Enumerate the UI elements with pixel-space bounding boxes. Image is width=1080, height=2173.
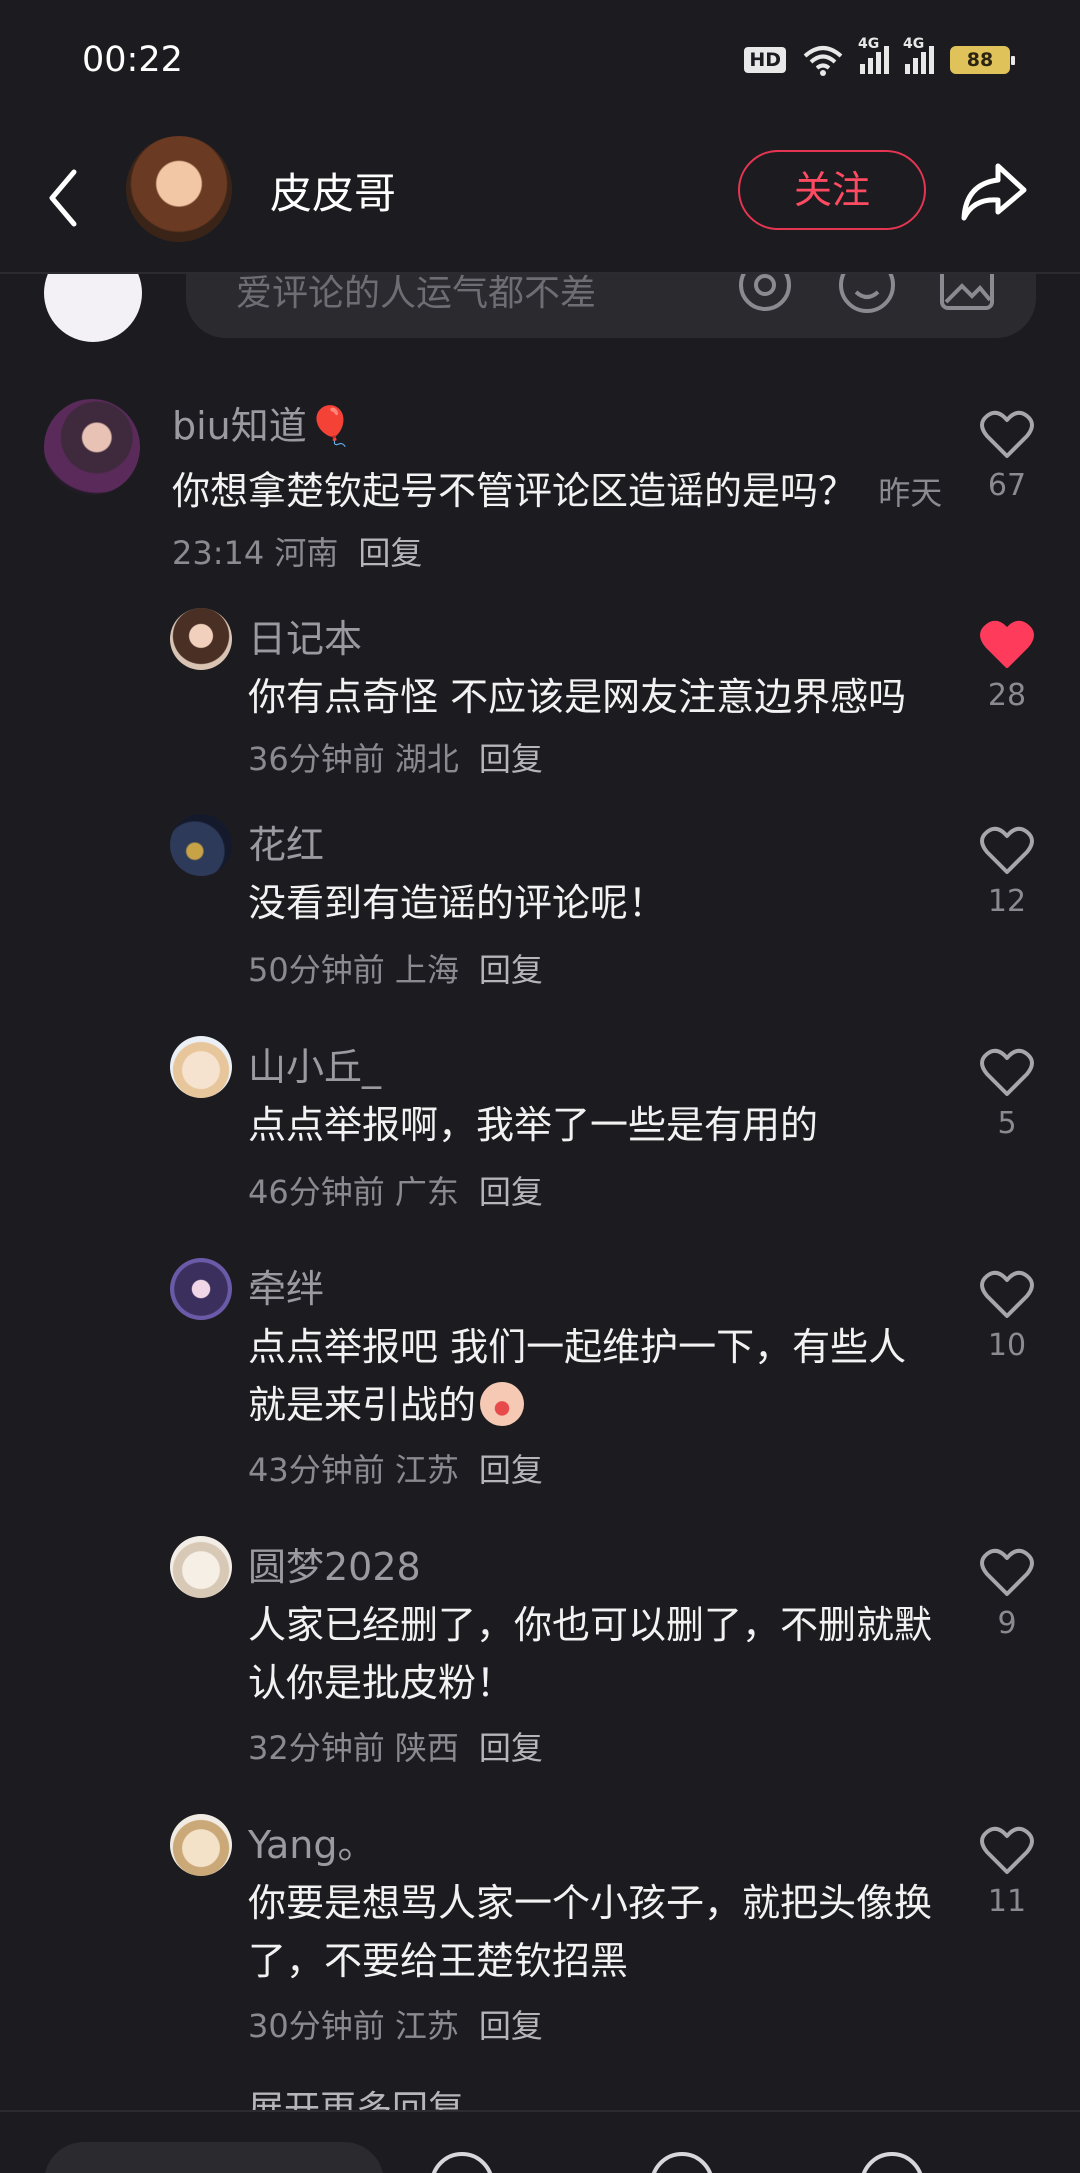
like-bar-icon[interactable] (430, 2152, 494, 2173)
avatar[interactable] (170, 814, 232, 876)
comment-author[interactable]: biu知道🎈 (172, 395, 354, 450)
comment-composer: 爱评论的人运气都不差 (0, 274, 1080, 344)
bottom-bar (0, 2110, 1080, 2173)
reply-button[interactable]: 回复 (358, 534, 422, 572)
battery-icon: 88 (950, 46, 1015, 74)
reply-button[interactable]: 回复 (479, 740, 543, 778)
reply-author[interactable]: Yang。 (248, 1814, 375, 1869)
heart-icon (980, 1270, 1034, 1318)
at-icon[interactable] (734, 274, 796, 316)
like-button[interactable]: 12 (974, 826, 1040, 919)
comment-placeholder: 爱评论的人运气都不差 (236, 274, 597, 314)
avatar[interactable] (170, 1036, 232, 1098)
like-count: 67 (987, 468, 1027, 503)
reply-author[interactable]: 山小丘_ (248, 1036, 381, 1091)
image-icon[interactable] (936, 274, 998, 316)
like-button[interactable]: 11 (974, 1826, 1040, 1919)
signal-icon: 4G (858, 36, 889, 74)
heart-icon (980, 1548, 1034, 1596)
reply-meta: 36分钟前 湖北 回复 (248, 740, 543, 778)
reply-body[interactable]: 你要是想骂人家一个小孩子，就把头像换了，不要给王楚钦招黑 (248, 1874, 938, 1990)
heart-icon (980, 826, 1034, 874)
reply-body[interactable]: 人家已经删了，你也可以删了，不删就默认你是批皮粉！ (248, 1596, 938, 1712)
like-count: 28 (987, 678, 1027, 713)
reply-body: 点点举报吧 我们一起维护一下，有些人就是来引战的 (248, 1325, 907, 1427)
reply-body[interactable]: 没看到有造谣的评论呢！ (248, 874, 938, 932)
like-count: 5 (997, 1106, 1017, 1141)
reply-meta: 46分钟前 广东 回复 (248, 1173, 543, 1211)
avatar[interactable] (170, 1814, 232, 1876)
reply-meta: 50分钟前 上海 回复 (248, 951, 543, 989)
avatar[interactable] (170, 1258, 232, 1320)
emoji-icon[interactable] (836, 274, 898, 316)
heart-icon (980, 620, 1034, 668)
reply-meta: 43分钟前 江苏 回复 (248, 1451, 543, 1489)
reply-author[interactable]: 日记本 (248, 608, 362, 663)
comment-body: 你想拿楚钦起号不管评论区造谣的是吗？ (172, 469, 857, 513)
reply-button[interactable]: 回复 (479, 1729, 543, 1767)
header: 皮皮哥 关注 (0, 130, 1080, 272)
reply-meta: 32分钟前 陕西 回复 (248, 1729, 543, 1767)
like-button[interactable]: 5 (974, 1048, 1040, 1141)
avatar[interactable] (170, 1536, 232, 1598)
reply-author[interactable]: 牵绊 (248, 1258, 324, 1313)
like-button[interactable]: 9 (974, 1548, 1040, 1641)
reply-author[interactable]: 花红 (248, 814, 324, 869)
reply-text[interactable]: 你有点奇怪 不应该是网友注意边界感吗 36分钟前 湖北 回复 (248, 668, 938, 788)
heart-icon (980, 410, 1034, 458)
avatar[interactable] (44, 399, 140, 495)
comment-input[interactable]: 爱评论的人运气都不差 (186, 274, 1036, 338)
reply-body[interactable]: 点点举报啊，我举了一些是有用的 (248, 1096, 938, 1154)
favorite-bar-icon[interactable] (650, 2152, 714, 2173)
follow-button[interactable]: 关注 (738, 150, 926, 230)
heart-icon (980, 1826, 1034, 1874)
like-button[interactable]: 10 (974, 1270, 1040, 1363)
emoji-crying-icon (480, 1382, 525, 1426)
like-button[interactable]: 67 (974, 410, 1040, 503)
reply-text[interactable]: 点点举报吧 我们一起维护一下，有些人就是来引战的 (248, 1318, 938, 1434)
back-icon[interactable] (40, 158, 90, 238)
reply-button[interactable]: 回复 (479, 951, 543, 989)
reply-body: 你有点奇怪 不应该是网友注意边界感吗 (248, 675, 907, 719)
status-icons: HD 4G 4G 88 (744, 36, 1015, 76)
reply-meta: 30分钟前 江苏 回复 (248, 2007, 543, 2045)
status-bar: 00:22 HD 4G 4G 88 (0, 0, 1080, 120)
bottom-comment-input[interactable] (44, 2142, 384, 2173)
comment-bar-icon[interactable] (860, 2152, 924, 2173)
status-time: 00:22 (82, 40, 183, 80)
page-title[interactable]: 皮皮哥 (270, 160, 396, 221)
reply-author[interactable]: 圆梦2028 (248, 1536, 421, 1591)
wifi-icon (803, 46, 843, 76)
share-icon[interactable] (958, 160, 1028, 222)
heart-icon (980, 1048, 1034, 1096)
reply-button[interactable]: 回复 (479, 1451, 543, 1489)
like-count: 9 (997, 1606, 1017, 1641)
reply-button[interactable]: 回复 (479, 2007, 543, 2045)
hd-icon: HD (744, 47, 786, 73)
avatar[interactable] (126, 136, 232, 242)
like-button[interactable]: 28 (974, 620, 1040, 713)
like-count: 12 (987, 884, 1027, 919)
signal-icon-2: 4G (903, 36, 934, 74)
reply-button[interactable]: 回复 (479, 1173, 543, 1211)
my-avatar (44, 274, 142, 342)
avatar[interactable] (170, 608, 232, 670)
expand-more-replies[interactable]: 展开更多回复 (248, 2080, 464, 2110)
comment-text[interactable]: 你想拿楚钦起号不管评论区造谣的是吗？ 昨天 23:14 河南 回复 (172, 462, 952, 582)
like-count: 10 (987, 1328, 1027, 1363)
like-count: 11 (987, 1884, 1027, 1919)
